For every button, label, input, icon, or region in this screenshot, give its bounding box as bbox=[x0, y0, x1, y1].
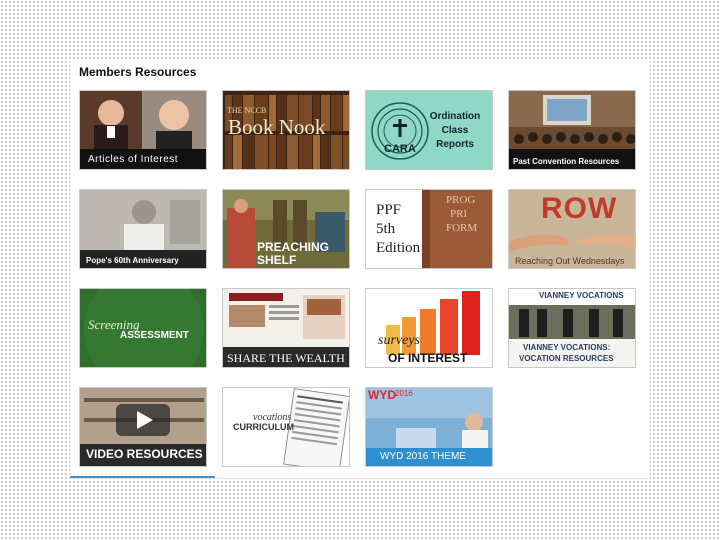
pope-label: Pope's 60th Anniversary bbox=[86, 256, 179, 265]
cara-line1: Ordination bbox=[429, 111, 481, 122]
surveys-script: surveys bbox=[378, 333, 420, 348]
cara-line2: Class bbox=[441, 125, 469, 136]
tile-articles-of-interest[interactable]: Articles of Interest bbox=[79, 90, 207, 170]
tile-ppf-5th-edition[interactable]: PROG PRI FORM PPF 5th Edition bbox=[365, 189, 493, 269]
tile-surveys-of-interest[interactable]: surveys OF INTEREST bbox=[365, 288, 493, 368]
surveys-label: OF INTEREST bbox=[388, 351, 468, 365]
tile-vocations-curriculum[interactable]: vocations CURRICULUM bbox=[222, 387, 350, 467]
share-label: SHARE THE WEALTH bbox=[227, 351, 345, 365]
tile-video-resources[interactable]: VIDEO RESOURCES bbox=[79, 387, 207, 467]
panel-underline bbox=[70, 476, 215, 478]
page: { "section": { "title": "Members Resourc… bbox=[0, 0, 720, 540]
vianney-line2: VOCATION RESOURCES bbox=[519, 354, 614, 363]
cara-line3: Reports bbox=[436, 139, 474, 150]
preaching-line2: SHELF bbox=[257, 253, 297, 267]
cara-logo-text: CARA bbox=[384, 143, 416, 155]
ppf-line1: PPF bbox=[376, 202, 402, 218]
curriculum-label: CURRICULUM bbox=[233, 422, 294, 432]
video-label: VIDEO RESOURCES bbox=[86, 447, 203, 461]
tile-past-convention-resources[interactable]: Past Convention Resources bbox=[508, 90, 636, 170]
vianney-line1: VIANNEY VOCATIONS: bbox=[523, 343, 611, 352]
members-resources-panel: Members Resources Articles of Interest T… bbox=[70, 60, 650, 478]
row-label: Reaching Out Wednesdays bbox=[515, 256, 625, 266]
ppf-bg2: PRI bbox=[450, 208, 468, 220]
tile-popes-60th-anniversary[interactable]: Pope's 60th Anniversary bbox=[79, 189, 207, 269]
tile-preaching-shelf[interactable]: PREACHING SHELF bbox=[222, 189, 350, 269]
articles-label: Articles of Interest bbox=[88, 154, 179, 165]
ppf-bg3: FORM bbox=[446, 222, 478, 234]
tile-share-the-wealth[interactable]: SHARE THE WEALTH bbox=[222, 288, 350, 368]
tile-book-nook[interactable]: THE NCCB Book Nook bbox=[222, 90, 350, 170]
wyd-year: 2016 bbox=[395, 389, 413, 398]
ppf-line3: Edition bbox=[376, 240, 421, 256]
tile-screening-assessment[interactable]: Screening ASSESSMENT bbox=[79, 288, 207, 368]
preaching-line1: PREACHING bbox=[257, 240, 330, 254]
convention-label: Past Convention Resources bbox=[513, 157, 620, 166]
wyd-label: WYD 2016 THEME bbox=[380, 451, 466, 462]
wyd-badge: WYD bbox=[368, 388, 396, 402]
row-big-text: ROW bbox=[541, 192, 618, 225]
tile-vianney-vocations[interactable]: VIANNEY VOCATIONS VIANNEY VOCATIONS: VOC… bbox=[508, 288, 636, 368]
screening-label: ASSESSMENT bbox=[120, 330, 189, 341]
ppf-line2: 5th bbox=[376, 221, 396, 237]
section-title: Members Resources bbox=[79, 65, 197, 79]
book-nook-small: THE NCCB bbox=[227, 106, 267, 115]
book-nook-title: Book Nook bbox=[228, 115, 326, 139]
tile-reaching-out-wednesdays[interactable]: ROW Reaching Out Wednesdays bbox=[508, 189, 636, 269]
tile-wyd-2016-theme[interactable]: WYD 2016 WYD 2016 THEME bbox=[365, 387, 493, 467]
tile-cara-ordination-reports[interactable]: CARA Ordination Class Reports bbox=[365, 90, 493, 170]
ppf-bg1: PROG bbox=[446, 194, 476, 206]
vianney-header: VIANNEY VOCATIONS bbox=[539, 291, 624, 300]
